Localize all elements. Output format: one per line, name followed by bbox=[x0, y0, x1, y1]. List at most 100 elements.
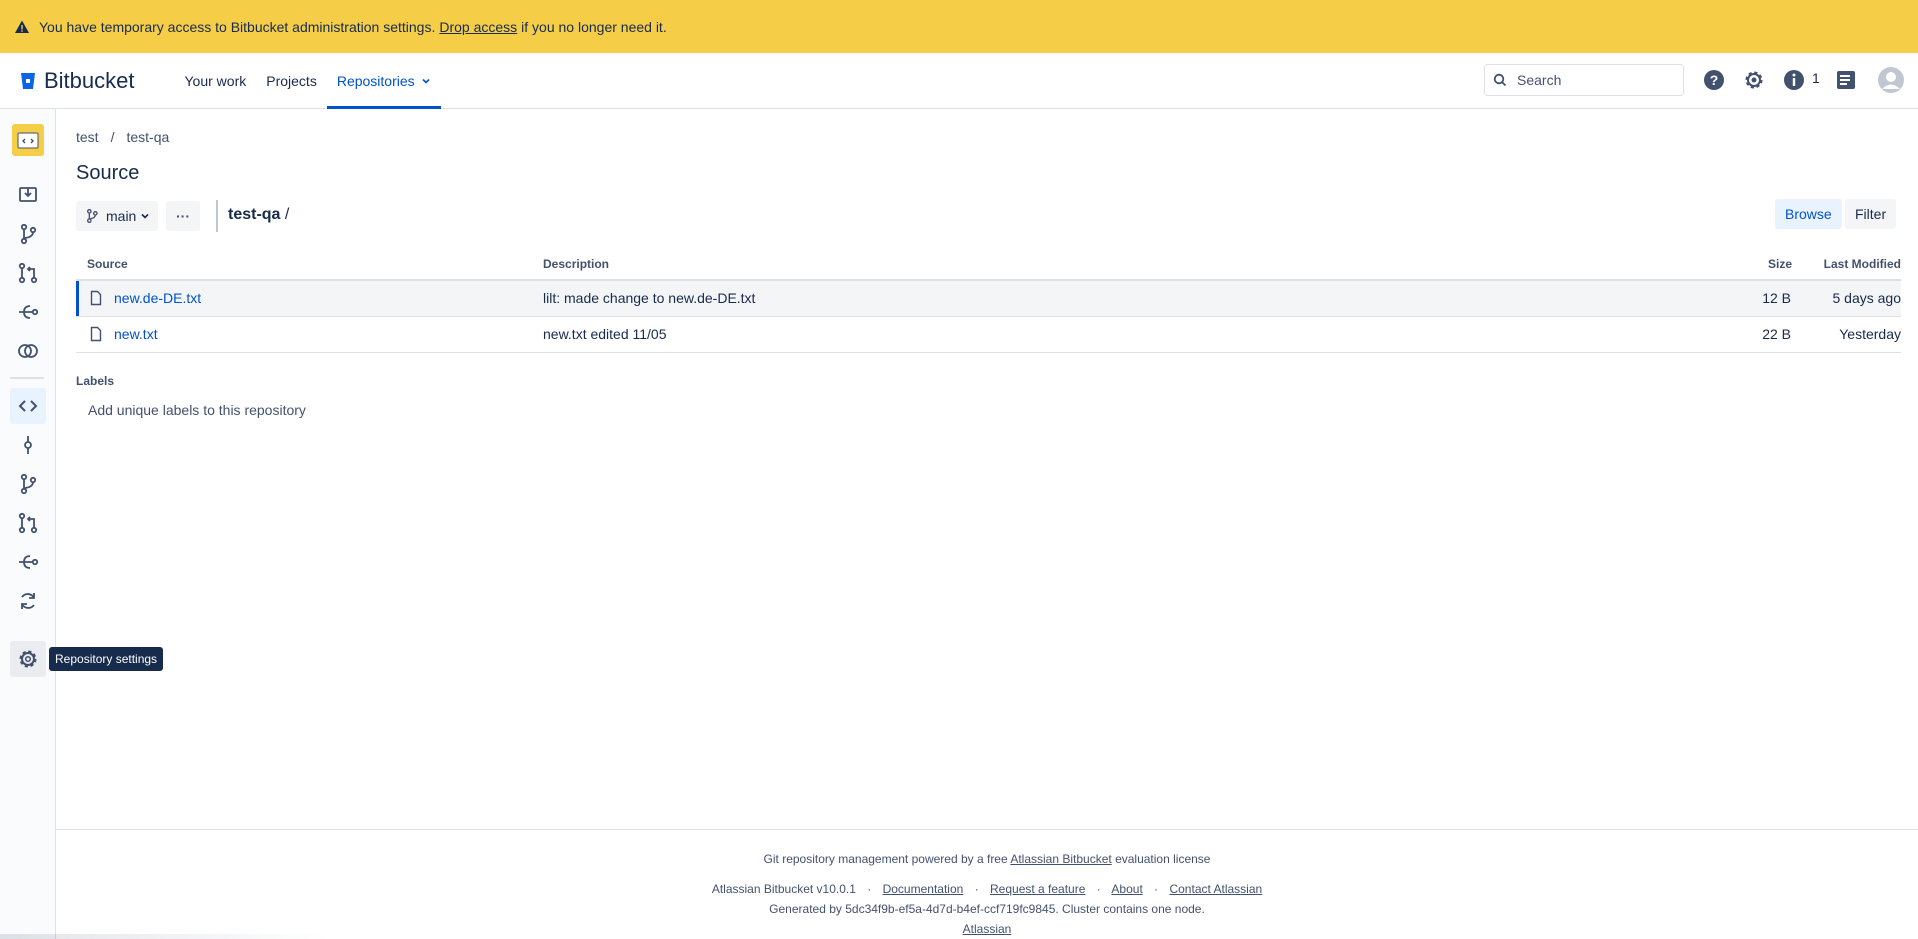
footer-generated: Generated by 5dc34f9b-ef5a-4d7d-b4ef-ccf… bbox=[769, 902, 1205, 916]
header-source: Source bbox=[87, 257, 128, 271]
footer-version: Atlassian Bitbucket v10.0.1 bbox=[711, 882, 856, 896]
bottom-edge-shadow bbox=[0, 934, 330, 939]
browse-button[interactable]: Browse bbox=[1775, 199, 1842, 229]
bitbucket-logo[interactable]: Bitbucket bbox=[20, 68, 135, 94]
sync-icon[interactable] bbox=[16, 589, 40, 613]
drop-access-link[interactable]: Drop access bbox=[439, 19, 517, 35]
file-table: Source Description Size Last Modified ne… bbox=[76, 252, 1901, 353]
pull-requests-icon[interactable] bbox=[16, 511, 40, 535]
nav-your-work[interactable]: Your work bbox=[175, 53, 257, 109]
file-link[interactable]: new.de-DE.txt bbox=[114, 290, 201, 306]
header-description: Description bbox=[543, 257, 610, 271]
repository-settings-icon[interactable] bbox=[16, 647, 40, 671]
header-last-modified: Last Modified bbox=[1823, 257, 1901, 271]
product-name: Bitbucket bbox=[44, 67, 135, 93]
labels-heading: Labels bbox=[76, 374, 115, 388]
fork-icon[interactable] bbox=[16, 300, 40, 324]
nav-projects[interactable]: Projects bbox=[256, 53, 327, 109]
banner-text: You have temporary access to Bitbucket a… bbox=[39, 18, 436, 35]
top-navigation: Bitbucket Your work Projects Repositorie… bbox=[0, 53, 1918, 109]
nav-repositories-label: Repositories bbox=[336, 72, 415, 89]
info-icon[interactable] bbox=[1782, 68, 1806, 92]
breadcrumb-separator: / bbox=[110, 129, 115, 145]
request-feature-link[interactable]: Request a feature bbox=[990, 882, 1085, 896]
admin-access-banner: You have temporary access to Bitbucket a… bbox=[0, 0, 1918, 53]
repository-sidebar bbox=[0, 109, 56, 939]
page-title: Source bbox=[76, 162, 140, 184]
footer: Git repository management powered by a f… bbox=[56, 829, 1918, 939]
whats-new-icon[interactable] bbox=[1834, 68, 1858, 92]
footer-text: Git repository management powered by a f… bbox=[763, 852, 1008, 866]
commits-icon[interactable] bbox=[16, 433, 40, 457]
header-size: Size bbox=[1767, 257, 1792, 271]
breadcrumb: test / test-qa bbox=[76, 129, 169, 145]
about-link[interactable]: About bbox=[1111, 882, 1142, 896]
footer-atlassian: Atlassian bbox=[56, 922, 1918, 936]
atlassian-link[interactable]: Atlassian bbox=[963, 922, 1012, 936]
path-divider bbox=[216, 200, 218, 232]
current-path: test-qa / bbox=[228, 206, 289, 224]
help-icon[interactable]: ? bbox=[1702, 68, 1726, 92]
source-code-icon[interactable] bbox=[16, 394, 40, 418]
footer-links-line: Atlassian Bitbucket v10.0.1 · Documentat… bbox=[56, 882, 1918, 896]
create-branch-icon[interactable] bbox=[16, 222, 40, 246]
footer-dot: · bbox=[1096, 882, 1101, 896]
file-last-modified: Yesterday bbox=[1839, 326, 1901, 342]
table-row[interactable]: new.de-DE.txt lilt: made change to new.d… bbox=[76, 281, 1901, 317]
chevron-down-icon bbox=[141, 213, 149, 219]
nav-projects-label: Projects bbox=[266, 72, 317, 89]
atlassian-bitbucket-link[interactable]: Atlassian Bitbucket bbox=[1010, 852, 1111, 866]
branch-selector[interactable]: main bbox=[76, 201, 159, 231]
clone-icon[interactable] bbox=[16, 183, 40, 207]
repository-settings-tooltip: Repository settings bbox=[49, 647, 164, 671]
branch-icon bbox=[87, 209, 98, 223]
svg-text:?: ? bbox=[1710, 72, 1719, 88]
compare-icon[interactable] bbox=[16, 339, 40, 363]
file-description: lilt: made change to new.de-DE.txt bbox=[543, 290, 756, 306]
file-link[interactable]: new.txt bbox=[114, 326, 158, 342]
warning-icon bbox=[15, 20, 29, 33]
table-row[interactable]: new.txt new.txt edited 11/05 22 B Yester… bbox=[76, 317, 1901, 353]
footer-dot: · bbox=[1154, 882, 1159, 896]
nav-repositories[interactable]: Repositories bbox=[326, 53, 441, 109]
file-description: new.txt edited 11/05 bbox=[543, 326, 667, 342]
search-icon bbox=[1493, 73, 1507, 87]
more-icon: ··· bbox=[176, 208, 190, 224]
path-repo-name[interactable]: test-qa bbox=[228, 206, 280, 223]
repository-avatar[interactable] bbox=[12, 124, 44, 156]
gear-icon[interactable] bbox=[1742, 68, 1766, 92]
path-separator: / bbox=[284, 206, 290, 223]
primary-nav: Your work Projects Repositories bbox=[175, 53, 441, 109]
footer-license-line: Git repository management powered by a f… bbox=[56, 852, 1918, 866]
file-size: 12 B bbox=[1762, 290, 1791, 306]
branch-name: main bbox=[106, 208, 137, 224]
search-input[interactable] bbox=[1515, 71, 1679, 89]
branches-icon[interactable] bbox=[16, 472, 40, 496]
file-size: 22 B bbox=[1762, 326, 1791, 342]
documentation-link[interactable]: Documentation bbox=[883, 882, 964, 896]
code-folder-icon bbox=[17, 132, 39, 149]
notification-count: 1 bbox=[1812, 70, 1820, 86]
nav-your-work-label: Your work bbox=[184, 72, 247, 89]
banner-text-after: if you no longer need it. bbox=[521, 18, 667, 35]
contact-atlassian-link[interactable]: Contact Atlassian bbox=[1169, 882, 1262, 896]
file-last-modified: 5 days ago bbox=[1832, 290, 1902, 306]
search-box[interactable] bbox=[1484, 64, 1684, 96]
footer-text: evaluation license bbox=[1115, 852, 1211, 866]
chevron-down-icon bbox=[422, 78, 430, 84]
file-icon bbox=[90, 326, 102, 342]
breadcrumb-project[interactable]: test bbox=[76, 129, 99, 145]
add-labels-link[interactable]: Add unique labels to this repository bbox=[88, 402, 306, 418]
filter-button[interactable]: Filter bbox=[1845, 199, 1897, 229]
sidebar-divider bbox=[10, 377, 44, 379]
bitbucket-logo-icon bbox=[21, 72, 35, 89]
create-pull-request-icon[interactable] bbox=[16, 261, 40, 285]
forks-icon[interactable] bbox=[16, 550, 40, 574]
breadcrumb-repo[interactable]: test-qa bbox=[126, 129, 169, 145]
footer-dot: · bbox=[974, 882, 979, 896]
more-actions-button[interactable]: ··· bbox=[166, 201, 200, 231]
file-icon bbox=[90, 290, 102, 306]
table-header: Source Description Size Last Modified bbox=[76, 252, 1901, 281]
avatar[interactable] bbox=[1877, 66, 1905, 94]
footer-dot: · bbox=[867, 882, 872, 896]
